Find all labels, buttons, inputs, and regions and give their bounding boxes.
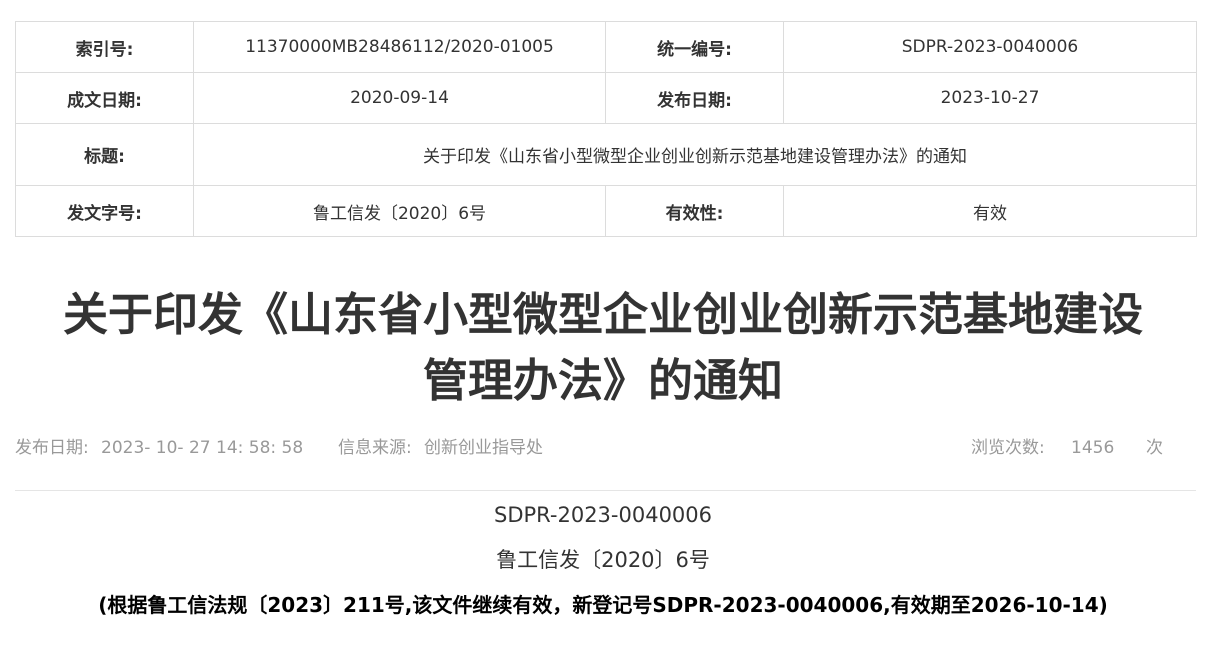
metadata-row: 标题: 关于印发《山东省小型微型企业创业创新示范基地建设管理办法》的通知	[15, 123, 1197, 186]
metadata-row: 成文日期: 2020-09-14 发布日期: 2023-10-27	[15, 72, 1197, 124]
unified-number-value: SDPR-2023-0040006	[783, 21, 1197, 73]
unified-number-label: 统一编号:	[605, 21, 784, 73]
divider	[15, 490, 1196, 491]
index-number-value: 11370000MB28486112/2020-01005	[193, 21, 606, 73]
registration-number: SDPR-2023-0040006	[493, 503, 713, 527]
view-count-label: 浏览次数:	[971, 438, 1045, 458]
title-label: 标题:	[15, 123, 194, 186]
article-title: 关于印发《山东省小型微型企业创业创新示范基地建设 管理办法》的通知	[0, 282, 1206, 414]
index-number-label: 索引号:	[15, 21, 194, 73]
title-value: 关于印发《山东省小型微型企业创业创新示范基地建设管理办法》的通知	[193, 123, 1197, 186]
publish-date-value: 2023-10-27	[783, 72, 1197, 124]
publish-time-label: 发布日期:	[15, 438, 89, 458]
view-count-value: 1456	[1071, 438, 1115, 458]
document-number: 鲁工信发〔2020〕6号	[496, 548, 710, 572]
written-date-value: 2020-09-14	[193, 72, 606, 124]
metadata-row: 发文字号: 鲁工信发〔2020〕6号 有效性: 有效	[15, 185, 1197, 237]
view-count-unit: 次	[1146, 438, 1163, 458]
publish-time-value: 2023- 10- 27 14: 58: 58	[101, 438, 304, 458]
article-title-line-1: 关于印发《山东省小型微型企业创业创新示范基地建设	[62, 288, 1143, 341]
publish-date-label: 发布日期:	[605, 72, 784, 124]
metadata-row: 索引号: 11370000MB28486112/2020-01005 统一编号:…	[15, 21, 1197, 73]
document-number-value: 鲁工信发〔2020〕6号	[193, 185, 606, 237]
validity-label: 有效性:	[605, 185, 784, 237]
written-date-label: 成文日期:	[15, 72, 194, 124]
source-value: 创新创业指导处	[424, 438, 543, 458]
document-number-label: 发文字号:	[15, 185, 194, 237]
document-metadata-table: 索引号: 11370000MB28486112/2020-01005 统一编号:…	[15, 21, 1197, 237]
validity-value: 有效	[783, 185, 1197, 237]
source-label: 信息来源:	[338, 438, 412, 458]
article-info-bar: 发布日期: 2023- 10- 27 14: 58: 58 信息来源: 创新创业…	[15, 436, 1175, 460]
validity-note: (根据鲁工信法规〔2023〕211号,该文件继续有效，新登记号SDPR-2023…	[98, 593, 1108, 617]
article-title-line-2: 管理办法》的通知	[422, 354, 783, 407]
